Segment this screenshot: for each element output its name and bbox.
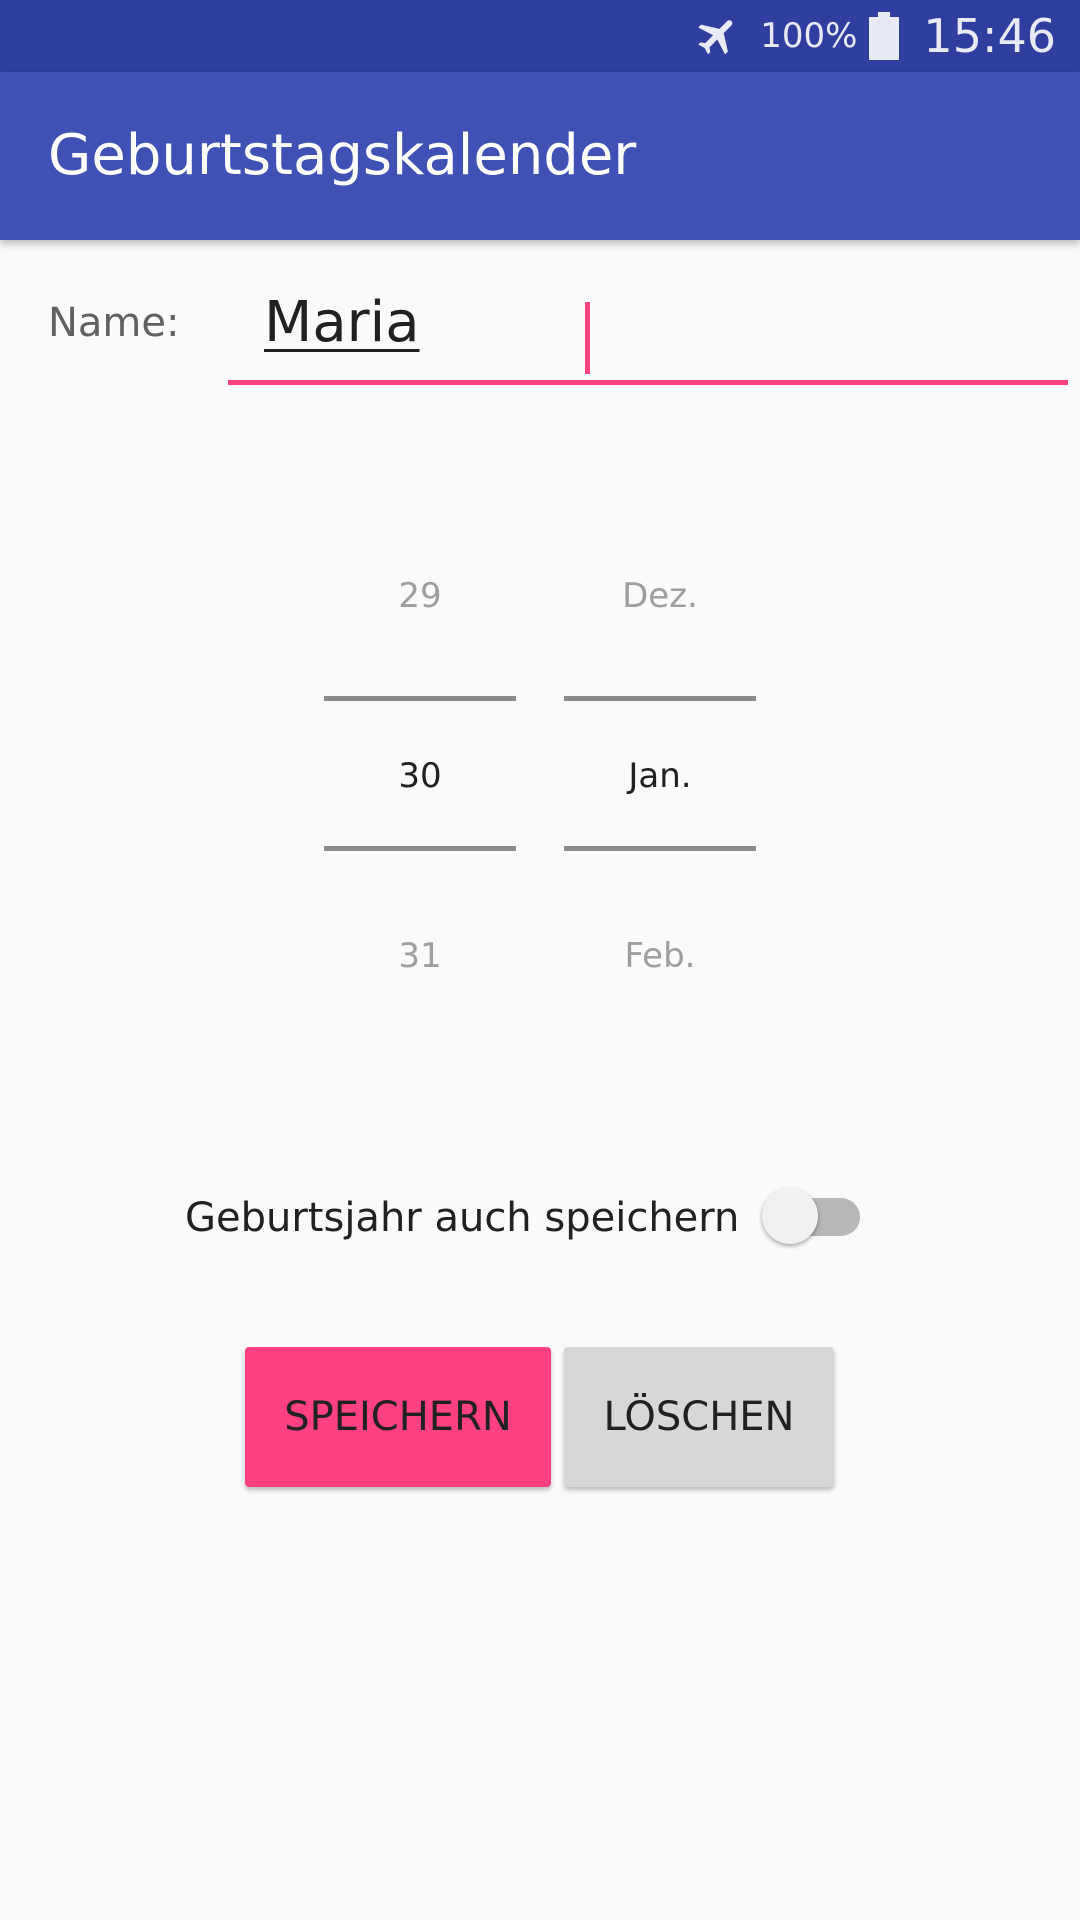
- month-picker-divider-bottom: [564, 846, 756, 851]
- day-picker-next[interactable]: 31: [324, 936, 516, 976]
- toggle-thumb[interactable]: [762, 1188, 818, 1244]
- month-picker-divider-top: [564, 696, 756, 701]
- delete-button[interactable]: LÖSCHEN: [564, 1347, 834, 1487]
- month-picker-selected[interactable]: Jan.: [564, 756, 756, 796]
- battery-percentage: 100%: [760, 16, 858, 56]
- text-cursor: [585, 302, 590, 374]
- day-picker[interactable]: 29 30 31: [324, 530, 516, 1010]
- name-input[interactable]: Maria: [228, 280, 1068, 385]
- app-bar: Geburtstagskalender: [0, 72, 1080, 240]
- battery-icon: [869, 12, 900, 60]
- save-button[interactable]: SPEICHERN: [245, 1347, 551, 1487]
- save-year-label: Geburtsjahr auch speichern: [185, 1195, 740, 1241]
- name-input-underline: [228, 380, 1068, 385]
- month-picker[interactable]: Dez. Jan. Feb.: [564, 530, 756, 1010]
- status-clock: 15:46: [923, 9, 1056, 63]
- name-label: Name:: [48, 300, 180, 346]
- day-picker-divider-bottom: [324, 846, 516, 851]
- month-picker-prev[interactable]: Dez.: [564, 576, 756, 616]
- day-picker-selected[interactable]: 30: [324, 756, 516, 796]
- name-input-value[interactable]: Maria: [264, 290, 420, 355]
- status-icons: 100% 15:46: [694, 0, 1056, 72]
- airplane-icon: [698, 20, 733, 55]
- save-year-toggle[interactable]: [762, 1184, 862, 1248]
- month-picker-next[interactable]: Feb.: [564, 936, 756, 976]
- day-picker-divider-top: [324, 696, 516, 701]
- app-title: Geburtstagskalender: [48, 123, 637, 188]
- day-picker-prev[interactable]: 29: [324, 576, 516, 616]
- status-bar: 100% 15:46: [0, 0, 1080, 72]
